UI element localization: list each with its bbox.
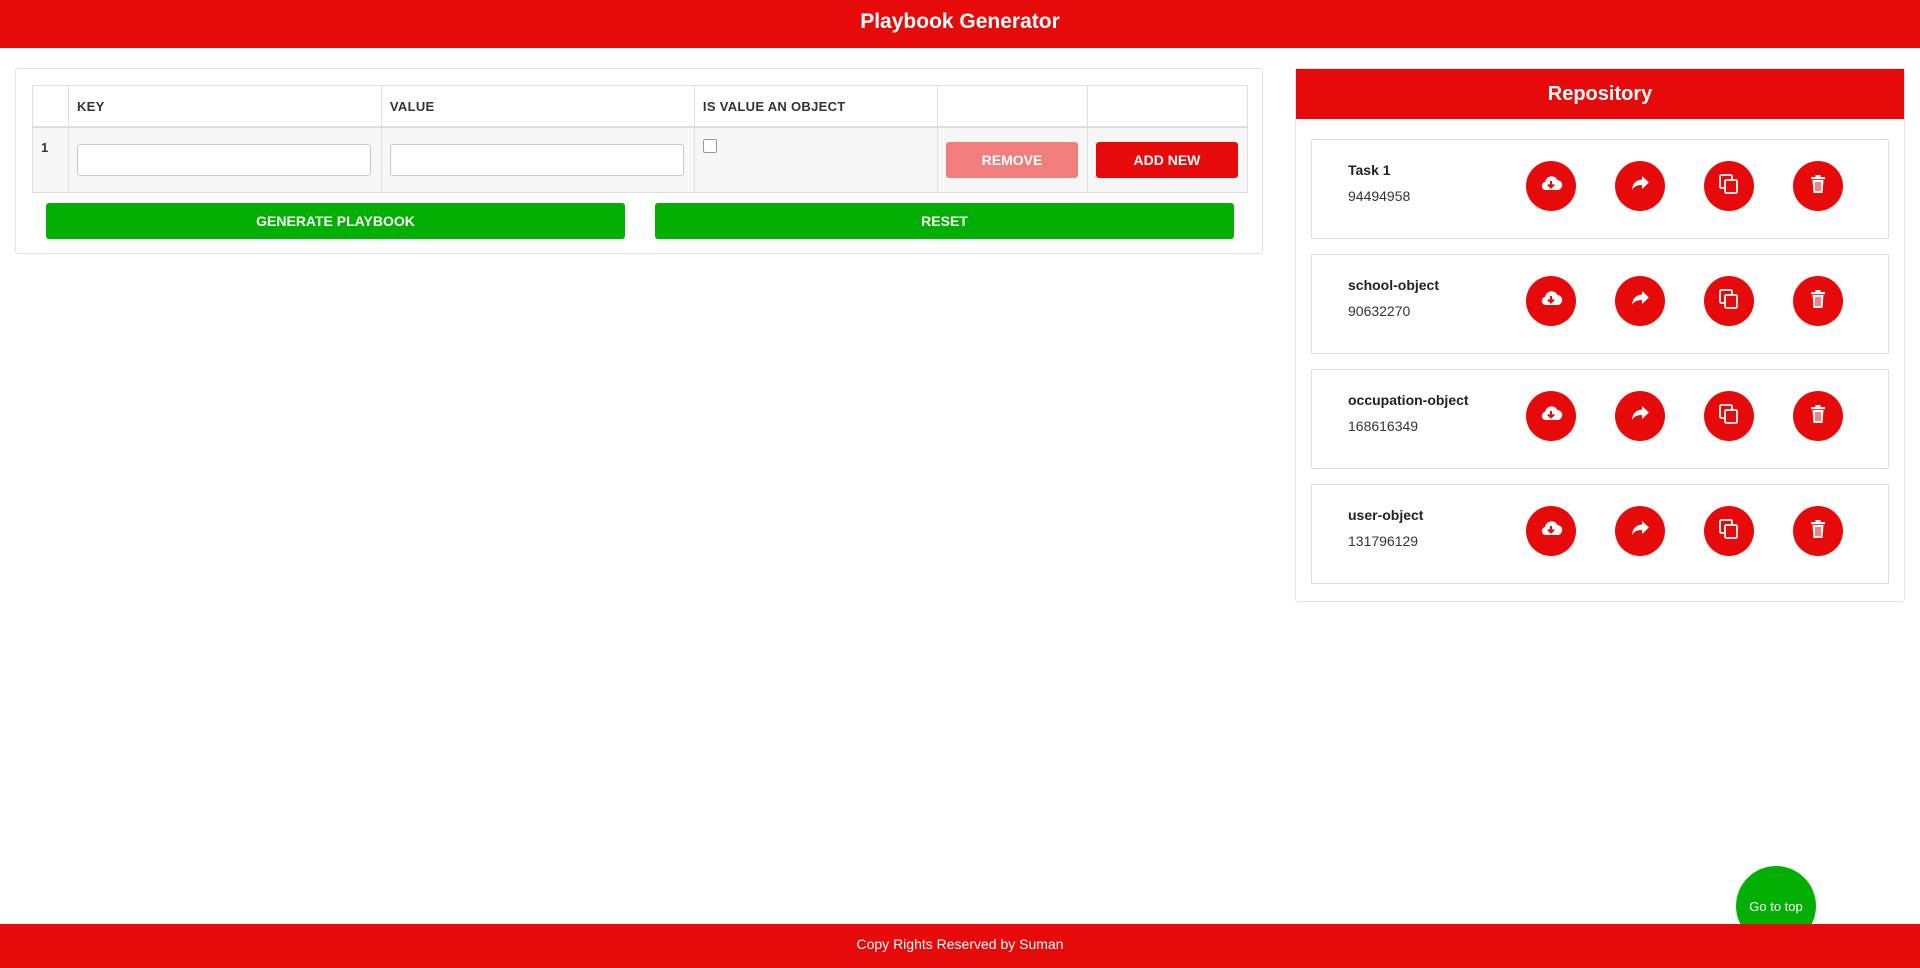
row-index: 1 [32, 126, 69, 193]
trash-icon [1805, 516, 1831, 547]
value-input[interactable] [389, 144, 684, 176]
generate-playbook-button[interactable]: GENERATE PLAYBOOK [46, 203, 625, 239]
share-icon [1627, 516, 1653, 547]
repository-item: school-object 90632270 [1311, 254, 1889, 354]
header-value: VALUE [380, 85, 695, 128]
copy-button[interactable] [1704, 391, 1754, 441]
table-row: 1 REMOVE ADD NEW [32, 126, 1249, 193]
add-new-button[interactable]: ADD NEW [1095, 142, 1238, 178]
header-index [32, 85, 69, 128]
item-id: 90632270 [1348, 303, 1411, 319]
delete-button[interactable] [1793, 161, 1843, 211]
copy-button[interactable] [1704, 506, 1754, 556]
item-id: 168616349 [1348, 418, 1419, 434]
table-header-row: KEY VALUE IS VALUE AN OBJECT [32, 85, 1249, 128]
share-icon [1627, 286, 1653, 317]
item-name: school-object [1348, 277, 1440, 293]
repository-panel: Repository Task 1 94494958 school-object… [1295, 68, 1905, 602]
repository-item: user-object 131796129 [1311, 484, 1889, 584]
copy-icon [1716, 516, 1742, 547]
delete-button[interactable] [1793, 506, 1843, 556]
header-remove [936, 85, 1088, 128]
delete-button[interactable] [1793, 391, 1843, 441]
cloud-download-icon [1538, 516, 1564, 547]
footer: Copy Rights Reserved by Suman [0, 924, 1920, 968]
app-header: Playbook Generator [0, 0, 1920, 48]
share-button[interactable] [1615, 506, 1665, 556]
copy-icon [1716, 401, 1742, 432]
share-button[interactable] [1615, 161, 1665, 211]
reset-button[interactable]: RESET [655, 203, 1234, 239]
repository-item: occupation-object 168616349 [1311, 369, 1889, 469]
is-object-cell [693, 126, 938, 193]
app-title: Playbook Generator [860, 10, 1060, 33]
is-object-checkbox[interactable] [702, 139, 717, 153]
cloud-download-icon [1538, 401, 1564, 432]
key-cell [67, 126, 382, 193]
download-button[interactable] [1526, 161, 1576, 211]
key-value-table: KEY VALUE IS VALUE AN OBJECT 1 REMOVE AD… [32, 85, 1249, 193]
delete-button[interactable] [1793, 276, 1843, 326]
copy-button[interactable] [1704, 276, 1754, 326]
value-cell [380, 126, 695, 193]
share-button[interactable] [1615, 276, 1665, 326]
share-icon [1627, 401, 1653, 432]
header-key: KEY [67, 85, 382, 128]
cloud-download-icon [1538, 286, 1564, 317]
playbook-editor-panel: KEY VALUE IS VALUE AN OBJECT 1 REMOVE AD… [15, 68, 1263, 254]
remove-button[interactable]: REMOVE [945, 142, 1078, 178]
share-icon [1627, 171, 1653, 202]
repository-title: Repository [1296, 69, 1904, 119]
download-button[interactable] [1526, 391, 1576, 441]
trash-icon [1805, 171, 1831, 202]
add-cell: ADD NEW [1086, 126, 1249, 193]
copy-icon [1716, 171, 1742, 202]
download-button[interactable] [1526, 506, 1576, 556]
download-button[interactable] [1526, 276, 1576, 326]
item-name: Task 1 [1348, 162, 1391, 178]
share-button[interactable] [1615, 391, 1665, 441]
repository-item: Task 1 94494958 [1311, 139, 1889, 239]
remove-cell: REMOVE [936, 126, 1088, 193]
item-name: occupation-object [1348, 392, 1469, 408]
header-is-object: IS VALUE AN OBJECT [693, 85, 938, 128]
item-id: 94494958 [1348, 188, 1411, 204]
trash-icon [1805, 401, 1831, 432]
footer-text: Copy Rights Reserved by Suman [856, 936, 1064, 952]
item-name: user-object [1348, 507, 1424, 523]
copy-button[interactable] [1704, 161, 1754, 211]
trash-icon [1805, 286, 1831, 317]
item-id: 131796129 [1348, 533, 1419, 549]
header-add [1086, 85, 1249, 128]
key-input[interactable] [76, 144, 371, 176]
cloud-download-icon [1538, 171, 1564, 202]
copy-icon [1716, 286, 1742, 317]
